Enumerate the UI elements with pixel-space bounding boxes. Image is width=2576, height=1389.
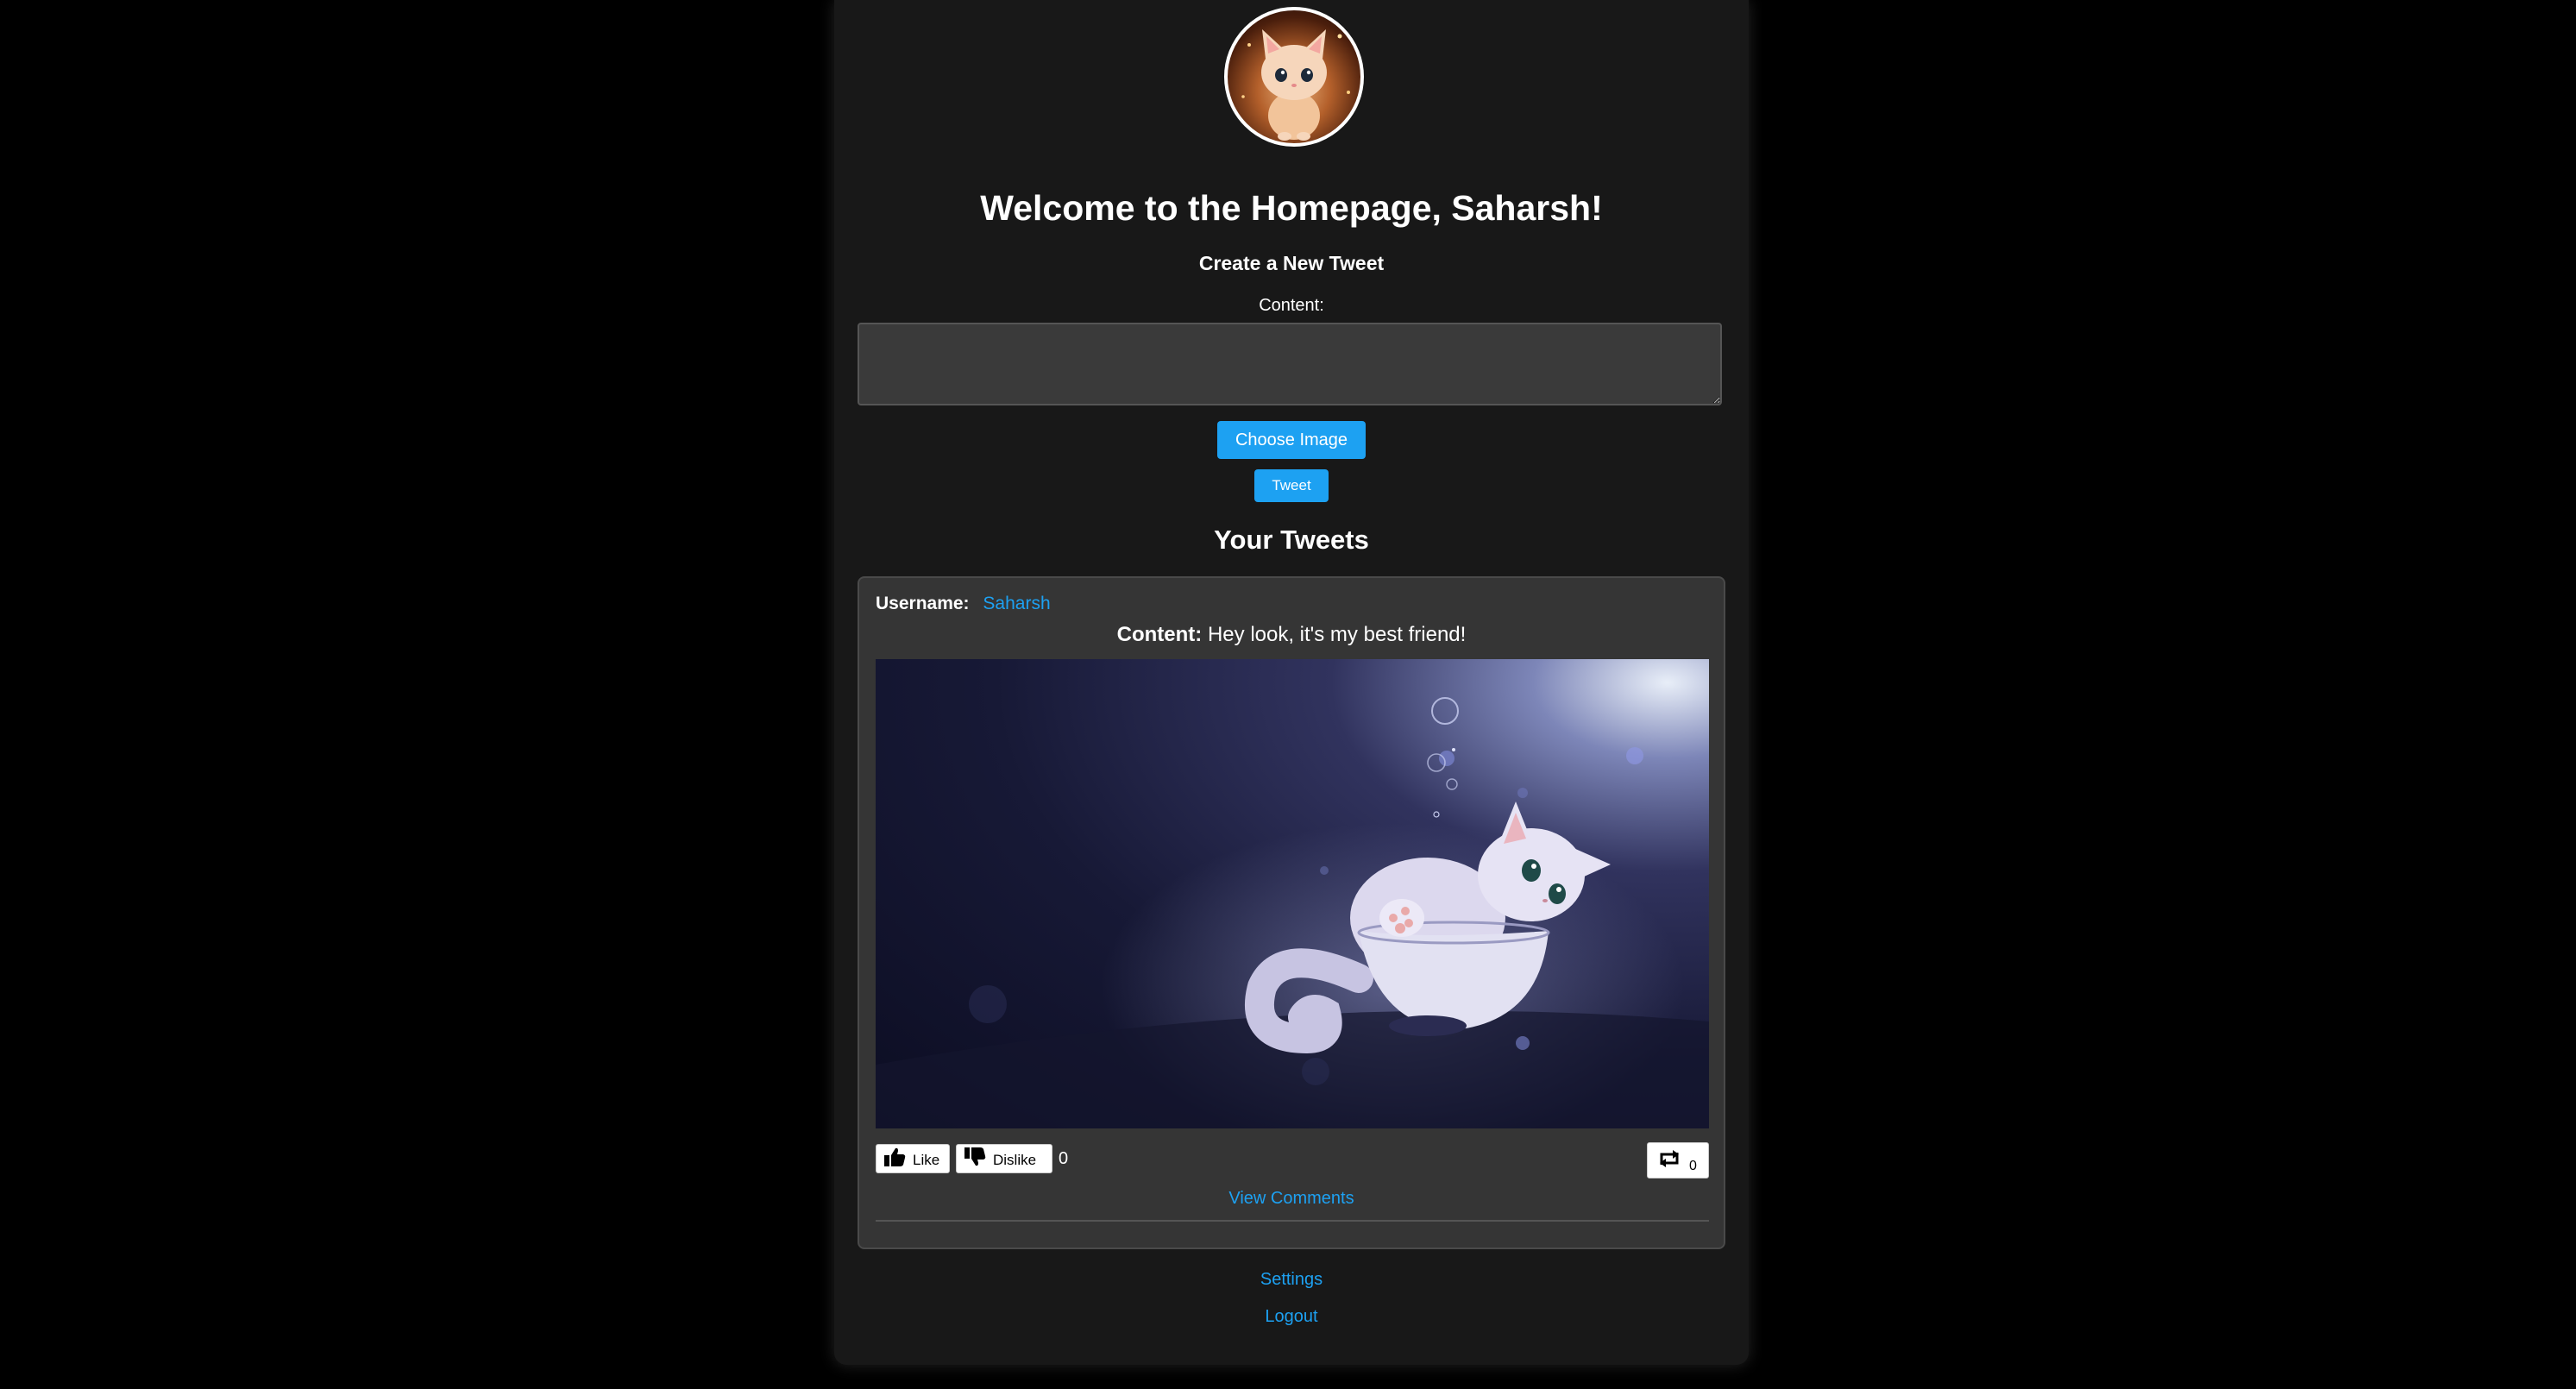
create-tweet-title: Create a New Tweet xyxy=(1198,252,1385,274)
username-link[interactable]: Saharsh xyxy=(983,594,1050,613)
tweet-content-text: Hey look, it's my best friend! xyxy=(1207,623,1467,646)
thumbs-down-icon xyxy=(964,1147,986,1166)
profile-avatar xyxy=(1224,7,1364,147)
username-label: Username: xyxy=(876,594,970,613)
dislike-button[interactable]: Dislike xyxy=(956,1144,1052,1173)
content-label: Content: xyxy=(1259,296,1324,315)
thumbs-up-icon xyxy=(884,1147,906,1166)
dislike-label: Dislike xyxy=(993,1152,1037,1168)
like-label: Like xyxy=(913,1152,940,1168)
settings-link[interactable]: Settings xyxy=(834,1270,1749,1290)
tweet-image xyxy=(876,659,1709,1128)
view-comments-link[interactable]: View Comments xyxy=(859,1189,1724,1209)
tweet-card: Username: Saharsh Content: Hey look, it'… xyxy=(858,576,1725,1249)
tweet-content-label: Content: xyxy=(1116,623,1203,646)
comments-divider xyxy=(876,1220,1709,1222)
username-row: Username: Saharsh xyxy=(876,594,1051,614)
tweet-button[interactable]: Tweet xyxy=(1254,469,1329,502)
retweet-button[interactable]: 0 xyxy=(1647,1142,1709,1178)
logout-link[interactable]: Logout xyxy=(834,1307,1749,1327)
like-button[interactable]: Like xyxy=(876,1144,950,1173)
your-tweets-title: Your Tweets xyxy=(1214,525,1369,555)
cat-in-bowl-image xyxy=(876,659,1709,1128)
reaction-count: 0 xyxy=(1059,1149,1069,1168)
retweet-icon xyxy=(1660,1150,1679,1167)
main-panel: Welcome to the Homepage, Saharsh! Create… xyxy=(834,0,1749,1365)
choose-image-button[interactable]: Choose Image xyxy=(1217,421,1366,459)
tweet-content-input[interactable] xyxy=(858,323,1722,405)
tweet-content: Content: Hey look, it's my best friend! xyxy=(859,623,1724,647)
welcome-title: Welcome to the Homepage, Saharsh! xyxy=(980,188,1603,228)
cat-avatar-icon xyxy=(1241,29,1350,141)
retweet-count: 0 xyxy=(1689,1159,1697,1173)
